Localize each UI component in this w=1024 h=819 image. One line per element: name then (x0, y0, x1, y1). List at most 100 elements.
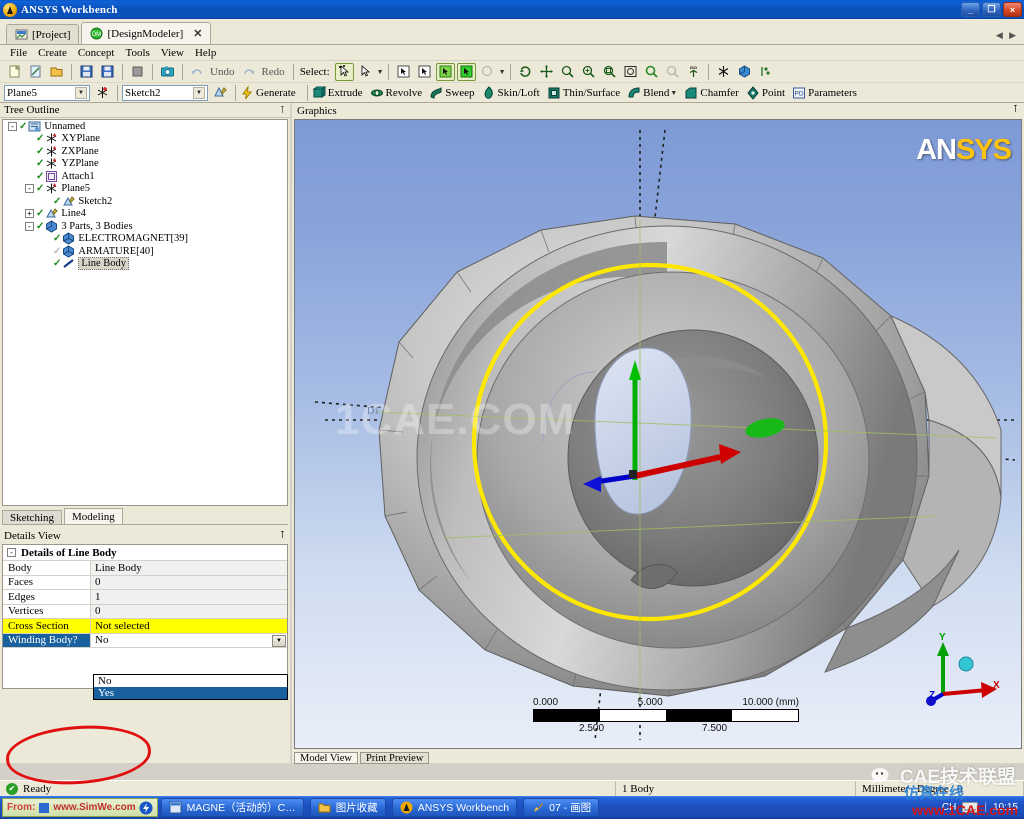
menu-tools[interactable]: Tools (126, 47, 150, 59)
minimize-button[interactable]: _ (961, 2, 980, 17)
save-as-icon[interactable] (98, 63, 117, 81)
chevron-down-icon[interactable]: ▼ (75, 86, 87, 99)
select-edges-icon[interactable] (415, 63, 434, 81)
simwe-banner[interactable]: From: www.SimWe.com (2, 798, 158, 817)
collapse-icon[interactable]: - (25, 221, 34, 231)
select-vertices-icon[interactable] (394, 63, 413, 81)
pan-icon[interactable] (537, 63, 556, 81)
menu-file[interactable]: File (10, 47, 27, 59)
menu-create[interactable]: Create (38, 47, 67, 59)
taskbar-item-paint[interactable]: 07 - 画图 (523, 798, 600, 817)
pin-icon[interactable]: ⊺ (280, 105, 285, 116)
winding-body-dropdown[interactable]: No Yes (93, 674, 288, 700)
iso-view-icon[interactable]: ISO (684, 63, 703, 81)
chevron-down-icon[interactable]: ▼ (377, 68, 384, 76)
revolve-button[interactable]: Revolve (370, 86, 422, 100)
chevron-down-icon[interactable]: ▼ (499, 68, 506, 76)
3d-viewport[interactable]: 1CAE.COM D1 ANSYS 0.000 5.000 10.000 (mm… (294, 119, 1022, 749)
magnifier-icon[interactable] (642, 63, 661, 81)
table-row[interactable]: Vertices 0 (3, 604, 287, 619)
axis-triad[interactable]: Y X Z (921, 632, 1003, 710)
details-section-header[interactable]: - Details of Line Body (3, 545, 287, 561)
export-icon[interactable] (128, 63, 147, 81)
save-icon[interactable] (77, 63, 96, 81)
table-row[interactable]: Body Line Body (3, 561, 287, 576)
table-row-winding-body[interactable]: Winding Body? No ▼ (3, 633, 287, 648)
select-bodies-icon[interactable] (456, 62, 476, 81)
table-row[interactable]: Edges 1 (3, 590, 287, 605)
thin-surface-button[interactable]: Thin/Surface (547, 86, 620, 100)
tree-item-yzplane[interactable]: ✓ YZPlane (3, 158, 287, 171)
taskbar-item-pictures[interactable]: 图片收藏 (309, 798, 386, 817)
table-row-cross-section[interactable]: Cross Section Not selected (3, 619, 287, 634)
chevron-down-icon[interactable]: ▼ (272, 634, 286, 647)
sweep-button[interactable]: Sweep (429, 86, 475, 100)
dropdown-option-yes[interactable]: Yes (94, 687, 287, 699)
chevron-down-icon[interactable]: ▼ (670, 89, 677, 97)
new-sketch-icon[interactable] (211, 84, 230, 102)
parameters-button[interactable]: PD Parameters (792, 86, 857, 100)
tab-sketching[interactable]: Sketching (2, 510, 62, 524)
generate-button[interactable]: Generate (240, 85, 296, 100)
tab-modeling[interactable]: Modeling (64, 508, 123, 524)
tree-outline[interactable]: - ✓ Unnamed ✓ XYPlane ✓ ZXPlane ✓ YZPlane ✓ Attach… (2, 119, 288, 506)
pin-icon[interactable]: ⊺ (1013, 104, 1018, 115)
look-at-icon[interactable] (714, 63, 733, 81)
display-model-icon[interactable] (735, 63, 754, 81)
taskbar-item-ansys[interactable]: ANSYS Workbench (391, 798, 518, 817)
pin-icon[interactable]: ⊺ (280, 530, 285, 541)
tree-item-zxplane[interactable]: ✓ ZXPlane (3, 145, 287, 158)
zoom-in-icon[interactable] (579, 63, 598, 81)
menu-view[interactable]: View (161, 47, 184, 59)
close-button[interactable]: × (1003, 2, 1022, 17)
collapse-icon[interactable]: - (25, 184, 34, 194)
extrude-button[interactable]: Extrude (312, 85, 363, 100)
refresh-input-icon[interactable] (26, 63, 45, 81)
table-row[interactable]: Faces 0 (3, 575, 287, 590)
tab-model-view[interactable]: Model View (294, 752, 358, 764)
display-points-icon[interactable] (756, 63, 775, 81)
tree-item-attach1[interactable]: ✓ Attach1 (3, 170, 287, 183)
open-icon[interactable] (47, 63, 66, 81)
point-button[interactable]: Point (746, 85, 785, 100)
skin-loft-button[interactable]: Skin/Loft (482, 85, 540, 100)
new-plane-icon[interactable] (93, 84, 112, 102)
winding-body-select[interactable]: No ▼ (91, 633, 287, 647)
tab-scroll-arrows[interactable]: ◀ ▶ (996, 30, 1018, 44)
tree-item-3-parts-3-bodies[interactable]: - ✓ 3 Parts, 3 Bodies (3, 220, 287, 233)
collapse-icon[interactable]: - (8, 121, 17, 131)
zoom-icon[interactable] (558, 63, 577, 81)
tree-item-electromagnet-39[interactable]: ✓ ELECTROMAGNET[39] (3, 232, 287, 246)
screenshot-icon[interactable] (158, 63, 177, 81)
zoom-to-fit-icon[interactable] (621, 63, 640, 81)
blend-button[interactable]: Blend ▼ (627, 86, 677, 100)
sketch-selector[interactable]: Sketch2 ▼ (122, 84, 208, 101)
single-select-icon[interactable] (334, 62, 354, 81)
taskbar-item-magne[interactable]: MAGNE（活动的）C… (160, 798, 304, 817)
tree-item-line4[interactable]: + ✓ Line4 (3, 208, 287, 221)
select-faces-icon[interactable] (435, 62, 455, 81)
maximize-button[interactable]: ❐ (982, 2, 1001, 17)
box-zoom-icon[interactable] (600, 63, 619, 81)
new-icon[interactable] (5, 63, 24, 81)
tree-item-unnamed[interactable]: - ✓ Unnamed (3, 120, 287, 133)
tab-designmodeler[interactable]: DM [DesignModeler] ✕ (81, 22, 212, 44)
rotate-icon[interactable] (516, 63, 535, 81)
chamfer-button[interactable]: Chamfer (684, 86, 739, 100)
tree-item-line-body[interactable]: ✓ Line Body (3, 257, 287, 271)
menu-help[interactable]: Help (195, 47, 216, 59)
tree-item-sketch2[interactable]: ✓ Sketch2 (3, 195, 287, 208)
dropdown-option-no[interactable]: No (94, 675, 287, 687)
tab-print-preview[interactable]: Print Preview (359, 752, 430, 764)
tab-project[interactable]: [Project] (6, 24, 80, 44)
chevron-down-icon[interactable]: ▼ (193, 86, 205, 99)
box-select-icon[interactable] (356, 63, 375, 81)
close-icon[interactable]: ✕ (193, 27, 202, 40)
collapse-icon[interactable]: - (7, 548, 16, 557)
tree-item-plane5[interactable]: - ✓ Plane5 (3, 183, 287, 196)
plane-selector[interactable]: Plane5 ▼ (4, 84, 90, 101)
expand-icon[interactable]: + (25, 209, 34, 219)
menu-concept[interactable]: Concept (78, 47, 115, 59)
tree-item-xyplane[interactable]: ✓ XYPlane (3, 133, 287, 146)
tree-item-armature-40[interactable]: ✓ ARMATURE[40] (3, 245, 287, 258)
